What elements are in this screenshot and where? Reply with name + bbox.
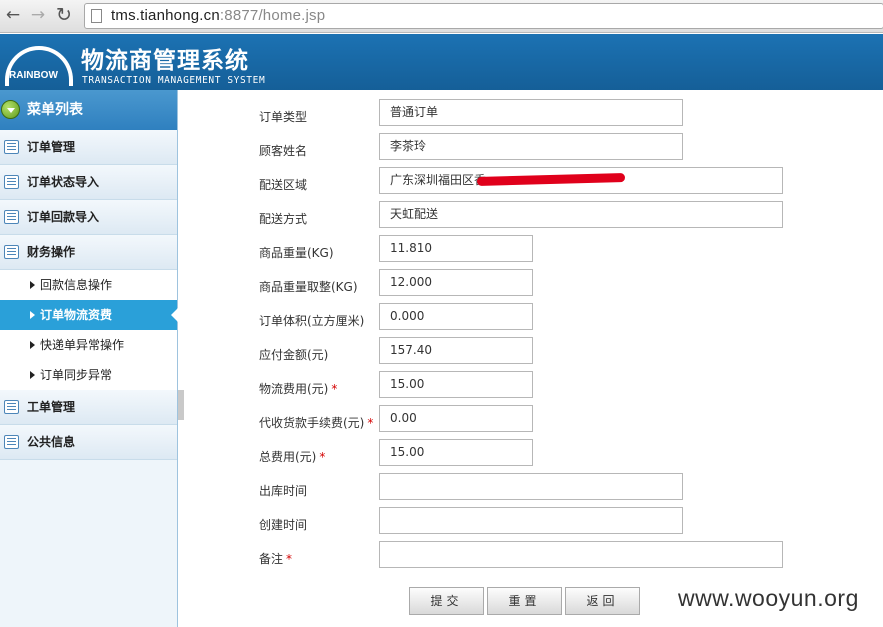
sidebar-item-order-management[interactable]: 订单管理 [0, 130, 177, 165]
field-label: 代收货款手续费(元) * [259, 416, 374, 430]
address-bar[interactable]: tms.tianhong.cn:8877/home.jsp [84, 3, 883, 29]
list-icon [4, 435, 19, 449]
app-subtitle: TRANSACTION MANAGEMENT SYSTEM [82, 75, 266, 86]
submenu-item-logistics-fee[interactable]: 订单物流资费 [0, 300, 178, 330]
submenu-item-label: 回款信息操作 [40, 278, 113, 292]
required-marker: * [367, 416, 374, 430]
reset-button[interactable]: 重置 [487, 587, 562, 615]
sidebar-item-order-payment-import[interactable]: 订单回款导入 [0, 200, 177, 235]
submenu-item-label: 订单同步异常 [40, 368, 113, 382]
sidebar-item-label: 公共信息 [27, 435, 76, 449]
menu-heading-label: 菜单列表 [27, 102, 83, 118]
logistics-fee-field[interactable]: 15.00 [379, 371, 533, 398]
list-icon [4, 175, 19, 189]
submenu-item-label: 快递单异常操作 [40, 338, 125, 352]
required-marker: * [286, 552, 293, 566]
list-icon [4, 210, 19, 224]
app-header: RAINBOW 物流商管理系统 TRANSACTION MANAGEMENT S… [0, 34, 883, 90]
field-label: 订单体积(立方厘米) [259, 314, 365, 328]
caret-right-icon [30, 341, 35, 349]
submenu-item-label: 订单物流资费 [40, 308, 113, 322]
submenu-item-payment-info[interactable]: 回款信息操作 [0, 270, 177, 300]
sidebar-item-public-info[interactable]: 公共信息 [0, 425, 177, 460]
list-icon [4, 400, 19, 414]
amount-due-field[interactable]: 157.40 [379, 337, 533, 364]
weight-field[interactable]: 11.810 [379, 235, 533, 262]
field-label: 配送区域 [259, 178, 308, 192]
field-label: 商品重量(KG) [259, 246, 334, 260]
outbound-time-field[interactable] [379, 473, 683, 500]
field-label: 备注 * [259, 552, 293, 566]
list-icon [4, 245, 19, 259]
submit-button[interactable]: 提交 [409, 587, 484, 615]
logo-text: RAINBOW [9, 70, 58, 81]
sidebar-item-label: 工单管理 [27, 400, 76, 414]
required-marker: * [319, 450, 326, 464]
url-text: tms.tianhong.cn:8877/home.jsp [111, 7, 326, 24]
remark-field[interactable] [379, 541, 783, 568]
customer-name-field[interactable]: 李茶玲 [379, 133, 683, 160]
reload-icon[interactable]: ↻ [53, 4, 75, 26]
submenu-item-sync-exception[interactable]: 订单同步异常 [0, 360, 177, 390]
field-label: 订单类型 [259, 110, 308, 124]
sidebar-item-label: 订单状态导入 [27, 175, 100, 189]
volume-field[interactable]: 0.000 [379, 303, 533, 330]
delivery-method-field[interactable]: 天虹配送 [379, 201, 783, 228]
caret-right-icon [30, 371, 35, 379]
total-fee-field[interactable]: 15.00 [379, 439, 533, 466]
sidebar-item-label: 财务操作 [27, 245, 76, 259]
sidebar-item-label: 订单回款导入 [27, 210, 100, 224]
menu-heading[interactable]: 菜单列表 [0, 90, 177, 130]
collapse-toggle-icon[interactable] [1, 100, 20, 119]
field-label: 总费用(元) * [259, 450, 326, 464]
sidebar-item-finance[interactable]: 财务操作 [0, 235, 177, 270]
submenu-item-express-exception[interactable]: 快递单异常操作 [0, 330, 177, 360]
field-label: 物流费用(元) * [259, 382, 338, 396]
field-label: 商品重量取整(KG) [259, 280, 358, 294]
sidebar-item-label: 订单管理 [27, 140, 76, 154]
browser-toolbar: ← → ↻ tms.tianhong.cn:8877/home.jsp [0, 0, 883, 33]
app-title: 物流商管理系统 [81, 48, 249, 74]
caret-right-icon [30, 311, 35, 319]
field-label: 出库时间 [259, 484, 308, 498]
list-icon [4, 140, 19, 154]
back-button[interactable]: 返回 [565, 587, 640, 615]
field-label: 应付金额(元) [259, 348, 329, 362]
sidebar-item-order-status-import[interactable]: 订单状态导入 [0, 165, 177, 200]
created-time-field[interactable] [379, 507, 683, 534]
field-label: 顾客姓名 [259, 144, 308, 158]
field-label: 配送方式 [259, 212, 308, 226]
back-arrow-icon[interactable]: ← [2, 4, 24, 26]
cod-fee-field[interactable]: 0.00 [379, 405, 533, 432]
sidebar-menu: 菜单列表 订单管理 订单状态导入 订单回款导入 财务操作 回款信息操作 订单物流… [0, 90, 178, 627]
forward-arrow-icon[interactable]: → [27, 4, 49, 26]
sidebar-splitter[interactable] [178, 390, 184, 420]
order-type-field[interactable]: 普通订单 [379, 99, 683, 126]
field-label: 创建时间 [259, 518, 308, 532]
weight-rounded-field[interactable]: 12.000 [379, 269, 533, 296]
required-marker: * [331, 382, 338, 396]
sidebar-item-work-order[interactable]: 工单管理 [0, 390, 177, 425]
watermark: www.wooyun.org [678, 585, 859, 611]
caret-right-icon [30, 281, 35, 289]
page-icon [91, 9, 102, 23]
